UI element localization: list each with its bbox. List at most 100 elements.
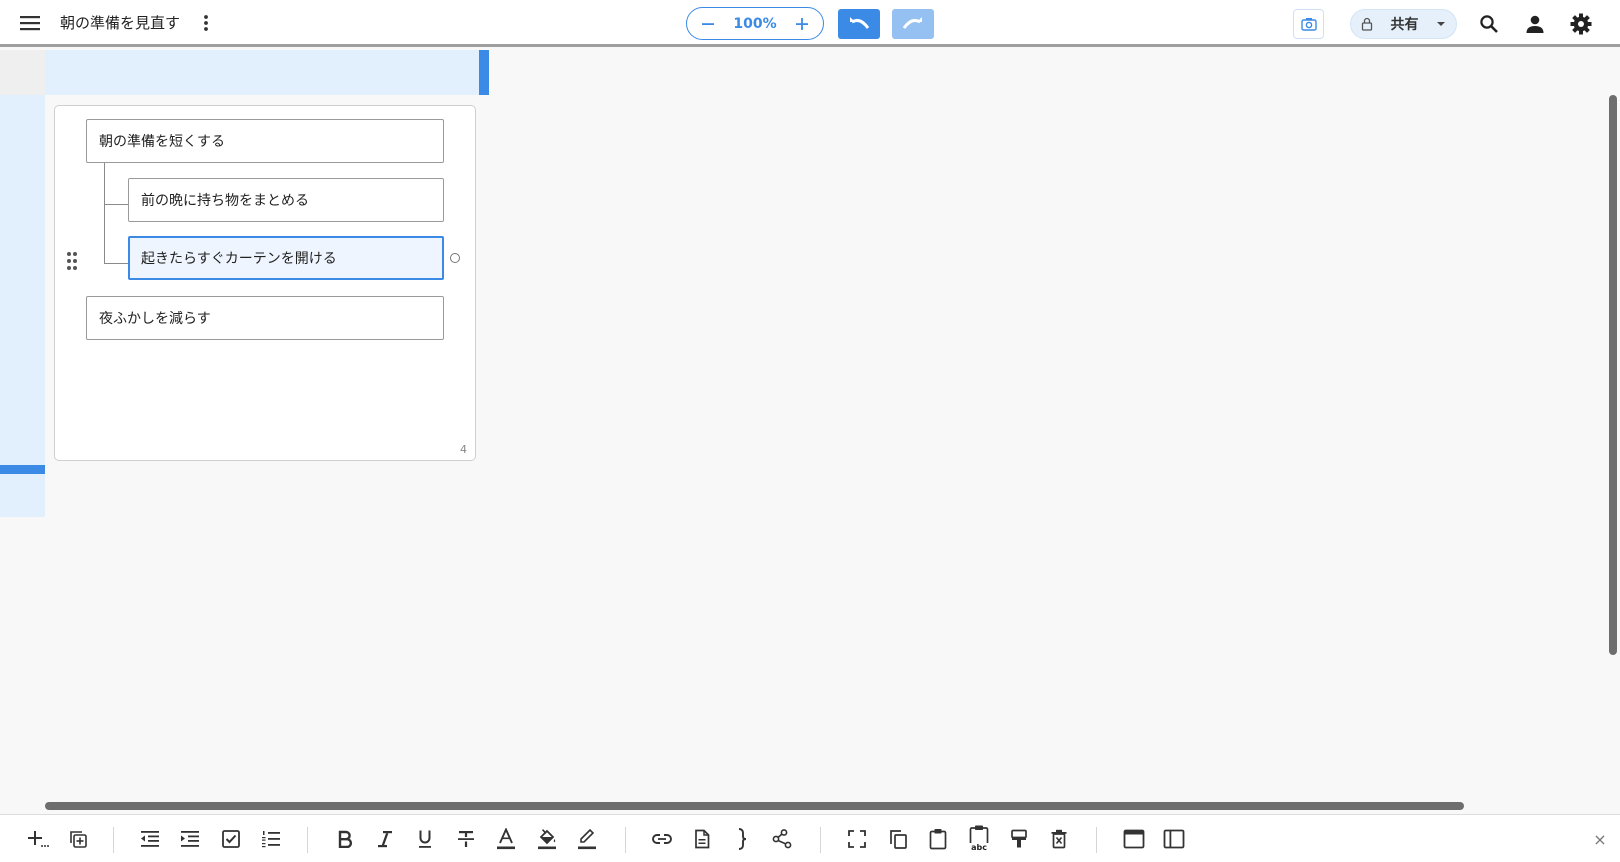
delete-button[interactable] xyxy=(1046,826,1072,852)
caret-down-icon xyxy=(1437,22,1445,26)
document-title[interactable]: 朝の準備を見直す xyxy=(60,12,180,33)
clipboard-icon xyxy=(929,829,947,850)
undo-icon xyxy=(850,17,870,29)
sidebar-toggle-button[interactable] xyxy=(1161,826,1187,852)
abc-badge: abc xyxy=(967,843,991,853)
outline-node[interactable]: 前の晩に持ち物をまとめる xyxy=(128,178,444,222)
group-brace-button[interactable] xyxy=(729,826,755,852)
underline-button[interactable] xyxy=(412,826,438,852)
underline-icon xyxy=(419,830,431,848)
paint-brush-icon xyxy=(1011,829,1027,848)
search-button[interactable] xyxy=(1474,9,1504,39)
item-count: 4 xyxy=(460,443,467,456)
redo-button[interactable] xyxy=(892,9,934,39)
window-view-button[interactable] xyxy=(1121,826,1147,852)
drag-handle[interactable] xyxy=(64,250,80,272)
menu-icon xyxy=(20,16,40,31)
duplicate-button[interactable] xyxy=(65,826,91,852)
minus-icon xyxy=(702,22,714,25)
screenshot-button[interactable] xyxy=(1293,9,1324,39)
column-resize-handle[interactable] xyxy=(479,50,489,95)
outline-canvas[interactable]: 4 朝の準備を短くする 前の晩に持ち物をまとめる 起きたらすぐカーテンを開ける … xyxy=(0,50,1620,814)
vertical-scrollbar[interactable] xyxy=(1609,95,1617,655)
strikethrough-button[interactable] xyxy=(453,826,479,852)
undo-button[interactable] xyxy=(838,9,880,39)
outdent-icon xyxy=(141,831,159,847)
share-button[interactable]: 共有 xyxy=(1350,9,1457,39)
column-header-selected[interactable] xyxy=(45,50,479,95)
format-painter-button[interactable] xyxy=(1006,826,1032,852)
numbered-list-icon xyxy=(262,831,280,848)
connect-button[interactable] xyxy=(769,826,795,852)
checkbox-button[interactable] xyxy=(218,826,244,852)
brace-icon xyxy=(738,828,747,850)
paste-text-wrapper: abc xyxy=(967,824,991,854)
fill-color-icon xyxy=(538,829,556,850)
checkbox-icon xyxy=(222,830,240,848)
separator xyxy=(1096,827,1097,853)
redo-icon xyxy=(902,17,922,29)
duplicate-icon xyxy=(70,831,87,848)
share-label: 共有 xyxy=(1390,17,1419,33)
text-color-button[interactable] xyxy=(493,826,519,852)
outdent-button[interactable] xyxy=(137,826,163,852)
tree-connector xyxy=(104,263,128,264)
copy-button[interactable] xyxy=(885,826,911,852)
horizontal-scrollbar[interactable] xyxy=(45,802,1464,810)
fill-color-button[interactable] xyxy=(534,826,560,852)
select-all-button[interactable] xyxy=(844,826,870,852)
camera-icon xyxy=(1300,18,1317,31)
highlight-button[interactable] xyxy=(574,826,600,852)
tree-connector xyxy=(104,204,128,205)
user-icon xyxy=(1526,15,1544,33)
window-icon xyxy=(1123,829,1145,849)
menu-button[interactable] xyxy=(14,8,46,38)
sidebar-icon xyxy=(1163,829,1185,849)
indent-button[interactable] xyxy=(177,826,203,852)
add-icon xyxy=(28,831,49,847)
account-button[interactable] xyxy=(1520,9,1550,39)
indent-icon xyxy=(181,831,199,847)
share-nodes-icon xyxy=(772,829,792,849)
close-toolbar-button[interactable]: × xyxy=(1590,829,1610,849)
bold-icon xyxy=(338,830,353,848)
drag-handle-icon xyxy=(67,252,77,270)
trash-icon xyxy=(1051,829,1067,849)
top-bar: 朝の準備を見直す 100% 共有 xyxy=(0,0,1620,47)
outline-node-selected[interactable]: 起きたらすぐカーテンを開ける xyxy=(128,236,444,280)
separator xyxy=(113,827,114,853)
add-item-button[interactable] xyxy=(25,826,51,852)
zoom-level[interactable]: 100% xyxy=(733,16,776,32)
numbered-list-button[interactable] xyxy=(258,826,284,852)
italic-button[interactable] xyxy=(372,826,398,852)
note-button[interactable] xyxy=(689,826,715,852)
row-header-selected[interactable] xyxy=(0,95,45,517)
separator xyxy=(625,827,626,853)
zoom-out-button[interactable] xyxy=(699,15,717,33)
more-options-button[interactable] xyxy=(196,8,216,38)
zoom-in-button[interactable] xyxy=(793,15,811,33)
outline-node[interactable]: 夜ふかしを減らす xyxy=(86,296,444,340)
format-toolbar: abc × xyxy=(0,814,1620,862)
separator xyxy=(307,827,308,853)
outline-node[interactable]: 朝の準備を短くする xyxy=(86,119,444,163)
pen-icon xyxy=(578,828,596,850)
paste-plain-text-button[interactable]: abc xyxy=(966,824,992,854)
settings-button[interactable] xyxy=(1566,9,1596,39)
paste-button[interactable] xyxy=(925,826,951,852)
italic-icon xyxy=(378,831,392,848)
search-icon xyxy=(1480,15,1498,33)
plus-icon xyxy=(795,17,808,30)
strikethrough-icon xyxy=(458,831,474,847)
tree-connector xyxy=(104,156,105,264)
gear-icon xyxy=(1570,13,1592,35)
row-resize-handle[interactable] xyxy=(0,465,45,474)
link-icon xyxy=(652,834,672,844)
text-color-icon xyxy=(497,828,515,850)
more-vert-icon xyxy=(204,15,208,31)
connector-dot[interactable] xyxy=(450,253,460,263)
separator xyxy=(820,827,821,853)
link-button[interactable] xyxy=(649,826,675,852)
bold-button[interactable] xyxy=(332,826,358,852)
select-frame-icon xyxy=(848,830,866,848)
